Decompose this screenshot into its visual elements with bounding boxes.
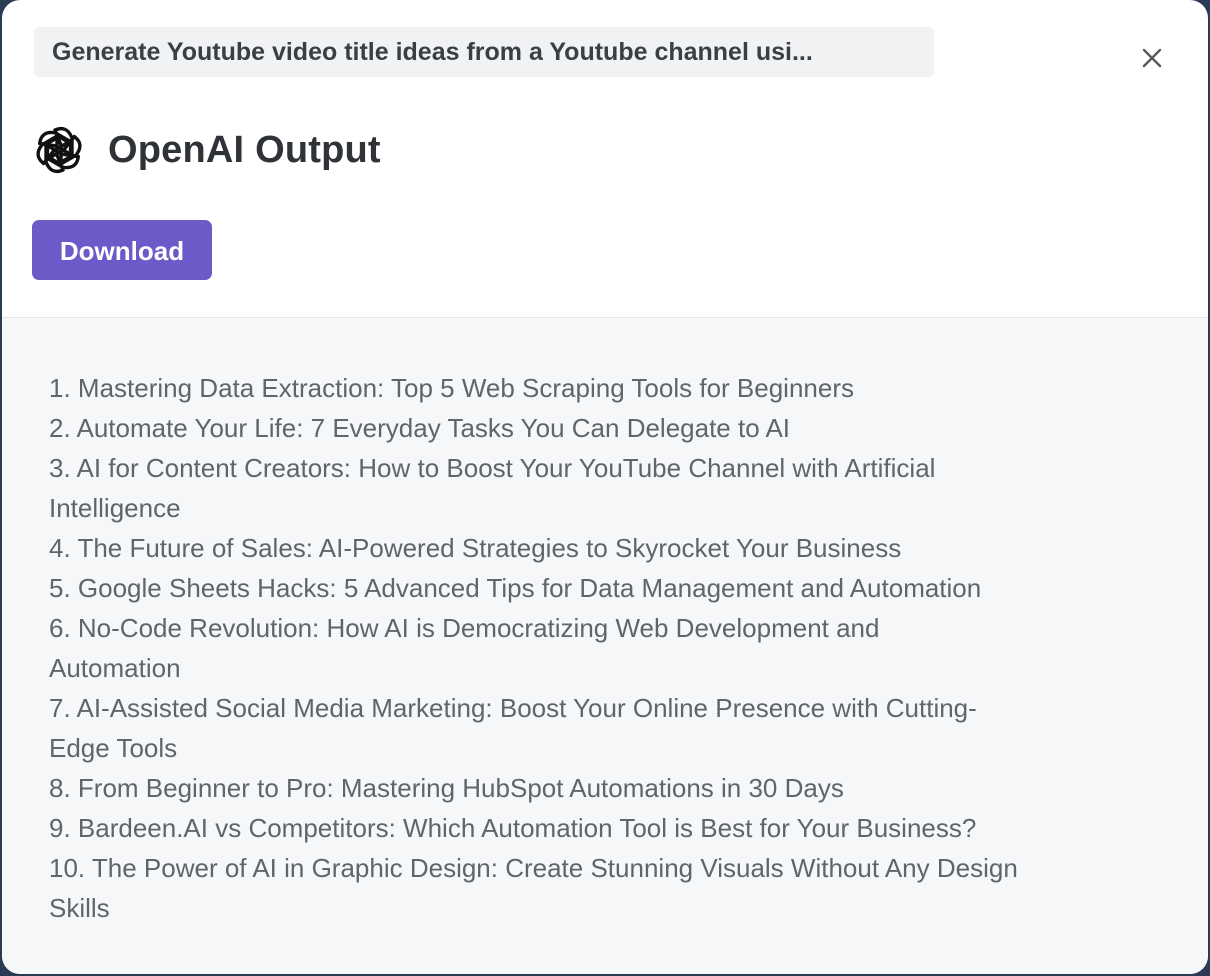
output-line: 8. From Beginner to Pro: Mastering HubSp… <box>49 773 844 803</box>
close-icon <box>1142 48 1162 68</box>
output-line: 7. AI-Assisted Social Media Marketing: B… <box>49 693 977 723</box>
openai-output-modal: Generate Youtube video title ideas from … <box>2 0 1208 974</box>
output-line: 4. The Future of Sales: AI-Powered Strat… <box>49 533 902 563</box>
openai-logo-icon <box>32 123 86 177</box>
output-line: Automation <box>49 653 181 683</box>
modal-header: Generate Youtube video title ideas from … <box>2 0 1208 318</box>
title-row: OpenAI Output <box>32 122 381 178</box>
output-line: Skills <box>49 893 110 923</box>
output-line: 9. Bardeen.AI vs Competitors: Which Auto… <box>49 813 977 843</box>
output-content: 1. Mastering Data Extraction: Top 5 Web … <box>2 318 1208 974</box>
output-line: 10. The Power of AI in Graphic Design: C… <box>49 853 1018 883</box>
output-line: Edge Tools <box>49 733 178 763</box>
prompt-title: Generate Youtube video title ideas from … <box>34 27 934 77</box>
output-line: 6. No-Code Revolution: How AI is Democra… <box>49 613 880 643</box>
modal-title: OpenAI Output <box>108 128 381 171</box>
download-button[interactable]: Download <box>32 220 212 280</box>
output-line: Intelligence <box>49 493 181 523</box>
output-line: 1. Mastering Data Extraction: Top 5 Web … <box>49 373 854 403</box>
output-line: 5. Google Sheets Hacks: 5 Advanced Tips … <box>49 573 982 603</box>
output-line: 2. Automate Your Life: 7 Everyday Tasks … <box>49 413 791 443</box>
output-line: 3. AI for Content Creators: How to Boost… <box>49 453 936 483</box>
close-button[interactable] <box>1134 40 1170 76</box>
